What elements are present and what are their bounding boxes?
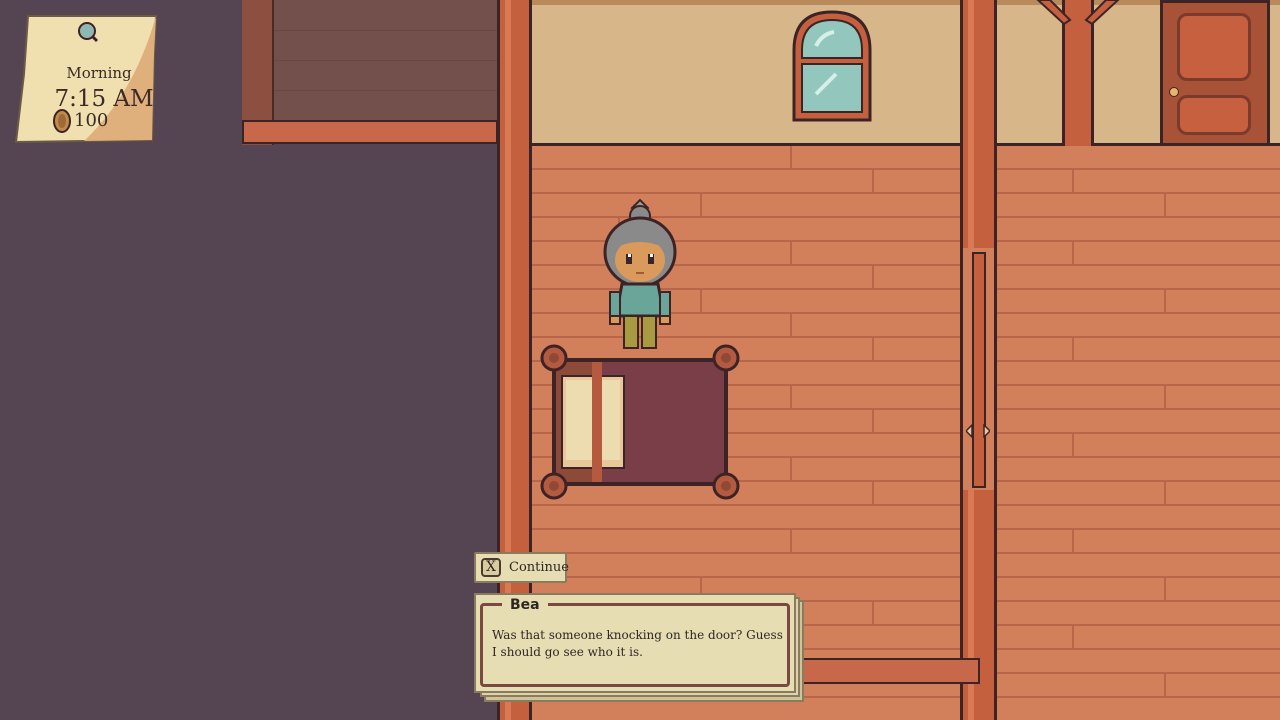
money-count: 100 <box>74 110 109 131</box>
coin-icon <box>53 109 71 133</box>
x-key-icon: X <box>481 558 501 577</box>
continue-label: Continue <box>509 560 569 575</box>
door-knob <box>1169 87 1179 97</box>
door-panel-bottom <box>1177 95 1251 135</box>
player-character-bea[interactable] <box>598 196 682 356</box>
floor-ledge <box>800 658 980 684</box>
time-money-note: Morning 7:15 AM 100 <box>14 14 158 144</box>
time-of-day: Morning <box>66 64 132 82</box>
upper-room-ledge <box>242 120 498 144</box>
front-door[interactable] <box>1160 0 1270 146</box>
magnifier-pin-icon <box>78 22 99 43</box>
speaker-name: Bea <box>502 597 548 613</box>
arched-window <box>792 10 872 122</box>
continue-button[interactable]: X Continue <box>474 552 569 583</box>
upper-room-wall <box>242 0 497 122</box>
beam-brace-icon <box>1036 0 1120 26</box>
door-panel-top <box>1177 13 1251 81</box>
dialog-box: Bea Was that someone knocking on the doo… <box>474 593 796 693</box>
bed[interactable] <box>538 342 742 502</box>
sliding-door[interactable] <box>972 252 986 488</box>
door-handle-icon <box>966 424 990 438</box>
dialog-text: Was that someone knocking on the door? G… <box>492 628 783 659</box>
